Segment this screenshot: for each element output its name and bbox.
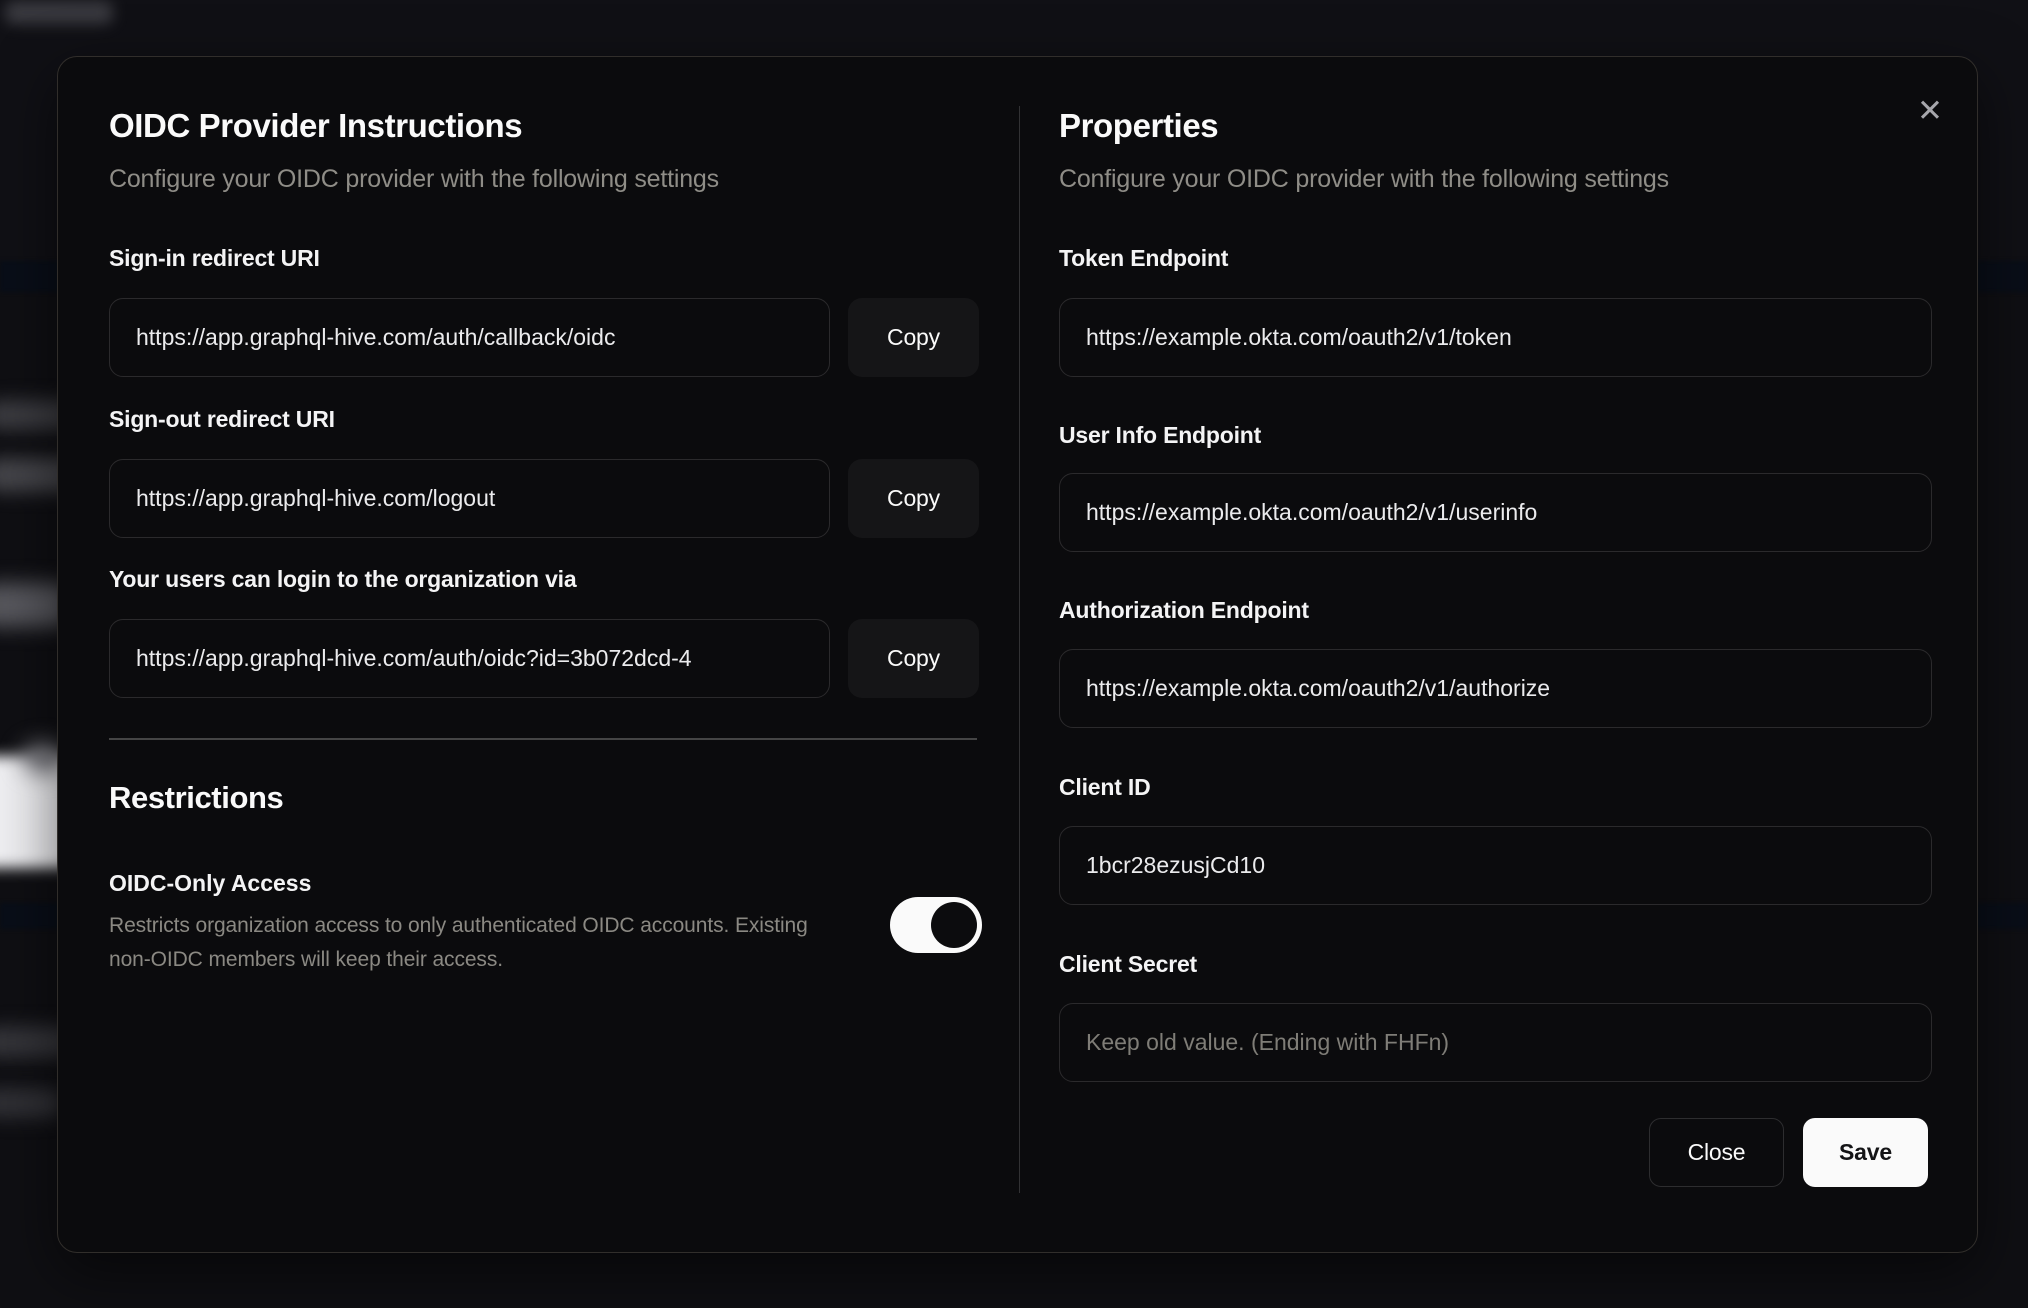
section-divider <box>109 738 977 740</box>
instructions-subtitle: Configure your OIDC provider with the fo… <box>109 165 719 193</box>
copy-sign-in-uri-button[interactable]: Copy <box>848 298 979 377</box>
client-secret-input[interactable] <box>1059 1003 1932 1082</box>
sign-out-redirect-label: Sign-out redirect URI <box>109 406 335 432</box>
instructions-title: OIDC Provider Instructions <box>109 107 523 144</box>
background-blurred-text <box>0 1088 64 1118</box>
user-info-endpoint-label: User Info Endpoint <box>1059 422 1262 448</box>
save-button[interactable]: Save <box>1803 1118 1928 1187</box>
login-via-label: Your users can login to the organization… <box>109 566 577 592</box>
copy-sign-out-uri-button[interactable]: Copy <box>848 459 979 538</box>
background-blurred-logo <box>5 1 113 24</box>
properties-title: Properties <box>1059 107 1219 144</box>
sign-out-redirect-input[interactable] <box>109 459 830 538</box>
login-via-input[interactable] <box>109 619 830 698</box>
authorization-endpoint-input[interactable] <box>1059 649 1932 728</box>
authorization-endpoint-label: Authorization Endpoint <box>1059 597 1309 623</box>
token-endpoint-label: Token Endpoint <box>1059 245 1229 271</box>
user-info-endpoint-input[interactable] <box>1059 473 1932 552</box>
client-id-label: Client ID <box>1059 774 1151 800</box>
oidc-only-access-description: Restricts organization access to only au… <box>109 914 808 971</box>
close-icon[interactable]: ✕ <box>1904 85 1956 137</box>
oidc-settings-dialog: ✕ OIDC Provider Instructions Configure y… <box>57 56 1978 1253</box>
token-endpoint-input[interactable] <box>1059 298 1932 377</box>
sign-in-redirect-input[interactable] <box>109 298 830 377</box>
close-button[interactable]: Close <box>1649 1118 1784 1187</box>
toggle-thumb <box>931 902 977 948</box>
oidc-only-access-label: OIDC-Only Access <box>109 870 312 896</box>
column-divider <box>1019 106 1020 1193</box>
client-secret-label: Client Secret <box>1059 951 1198 977</box>
sign-in-redirect-label: Sign-in redirect URI <box>109 245 320 271</box>
copy-login-url-button[interactable]: Copy <box>848 619 979 698</box>
page-root: { "colors": { "modal_background": "#0b0b… <box>0 0 2028 1308</box>
properties-subtitle: Configure your OIDC provider with the fo… <box>1059 165 1669 193</box>
oidc-only-access-toggle[interactable] <box>890 897 982 953</box>
client-id-input[interactable] <box>1059 826 1932 905</box>
restrictions-title: Restrictions <box>109 780 284 815</box>
